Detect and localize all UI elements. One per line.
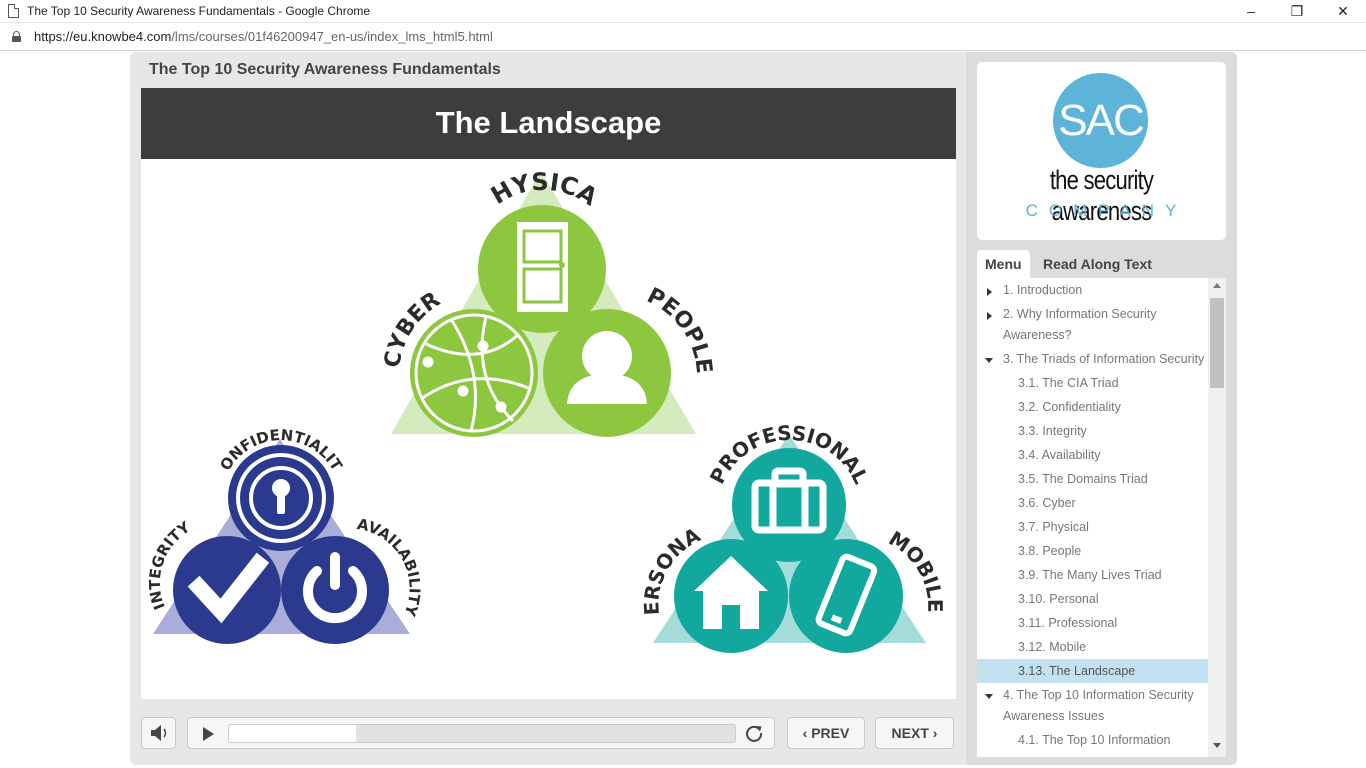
menu-item-label: 3.2. Confidentiality bbox=[1018, 400, 1121, 414]
menu-item[interactable]: 3.10. Personal bbox=[977, 587, 1210, 611]
caret-right-icon[interactable] bbox=[987, 288, 992, 296]
close-button[interactable]: ✕ bbox=[1320, 0, 1366, 23]
menu-item[interactable]: 3. The Triads of Information Security bbox=[977, 347, 1210, 371]
menu-item[interactable]: 3.3. Integrity bbox=[977, 419, 1210, 443]
course-title: The Top 10 Security Awareness Fundamenta… bbox=[149, 61, 501, 78]
svg-text:CONFIDENTIALITY: CONFIDENTIALITY bbox=[141, 159, 346, 475]
scroll-thumb[interactable] bbox=[1210, 298, 1224, 388]
menu-item[interactable]: 3.6. Cyber bbox=[977, 491, 1210, 515]
menu-item[interactable]: 3.9. The Many Lives Triad bbox=[977, 563, 1210, 587]
menu-list: 1. Introduction 2. Why Information Securi… bbox=[977, 278, 1210, 752]
menu-item[interactable]: 3.1. The CIA Triad bbox=[977, 371, 1210, 395]
domains-triad: PHYSICAL CYBER PEOPLE bbox=[141, 159, 716, 437]
caret-down-icon[interactable] bbox=[985, 694, 993, 699]
menu-item-label: 3.9. The Many Lives Triad bbox=[1018, 568, 1162, 582]
caret-down-icon[interactable] bbox=[985, 358, 993, 363]
address-bar[interactable]: https://eu.knowbe4.com/lms/courses/01f46… bbox=[0, 24, 1366, 51]
menu-item-label: 3.4. Availability bbox=[1018, 448, 1101, 462]
door-icon bbox=[517, 222, 568, 312]
lock-icon bbox=[12, 31, 21, 42]
progress-bar[interactable] bbox=[228, 724, 736, 743]
menu-item[interactable]: 3.5. The Domains Triad bbox=[977, 467, 1210, 491]
next-button[interactable]: NEXT › bbox=[875, 717, 954, 749]
menu-item[interactable]: 4. The Top 10 Information Security Aware… bbox=[977, 683, 1210, 728]
menu-panel: 1. Introduction 2. Why Information Securi… bbox=[977, 278, 1226, 757]
menu-item-label: 3.5. The Domains Triad bbox=[1018, 472, 1148, 486]
menu-item-label: 3. The Triads of Information Security bbox=[1003, 352, 1205, 366]
url-text[interactable]: https://eu.knowbe4.com/lms/courses/01f46… bbox=[34, 29, 493, 44]
logo-subtitle: COMPANY bbox=[1025, 201, 1188, 220]
scroll-down-icon[interactable] bbox=[1213, 743, 1221, 748]
menu-item-label: 4.1. The Top 10 Information bbox=[1018, 733, 1171, 747]
menu-item-label: 3.7. Physical bbox=[1018, 520, 1089, 534]
menu-item-label: 3.12. Mobile bbox=[1018, 640, 1087, 654]
slide-title: The Landscape bbox=[141, 88, 956, 159]
menu-item-label: 3.3. Integrity bbox=[1018, 424, 1087, 438]
prev-button[interactable]: ‹ PREV bbox=[787, 717, 865, 749]
menu-item-label: 3.8. People bbox=[1018, 544, 1082, 558]
menu-item[interactable]: 3.13. The Landscape bbox=[977, 659, 1210, 683]
menu-scrollbar[interactable] bbox=[1208, 278, 1226, 757]
tab-menu[interactable]: Menu bbox=[977, 250, 1030, 278]
minimize-button[interactable]: – bbox=[1228, 0, 1274, 23]
logo-mark: SAC bbox=[1053, 73, 1148, 168]
scroll-up-icon[interactable] bbox=[1213, 283, 1221, 288]
triads-illustration: PHYSICAL CYBER PEOPLE bbox=[141, 159, 947, 653]
menu-item-label: 4. The Top 10 Information Security Aware… bbox=[1003, 688, 1194, 723]
course-player: The Top 10 Security Awareness Fundamenta… bbox=[130, 52, 1237, 765]
menu-item-label: 2. Why Information Security Awareness? bbox=[1003, 307, 1157, 342]
chevron-right-icon: › bbox=[928, 725, 938, 741]
menu-item[interactable]: 4.1. The Top 10 Information bbox=[977, 728, 1210, 752]
menu-item-label: 3.11. Professional bbox=[1018, 616, 1118, 630]
menu-item[interactable]: 3.12. Mobile bbox=[977, 635, 1210, 659]
menu-item-label: 3.13. The Landscape bbox=[1018, 664, 1136, 678]
restore-button[interactable]: ❐ bbox=[1274, 0, 1320, 23]
volume-button[interactable] bbox=[141, 717, 176, 749]
sidebar: SAC the security awareness COMPANY Menu … bbox=[966, 52, 1237, 765]
playback-bar bbox=[187, 717, 775, 749]
confidentiality-label: CONFIDENTIALITY bbox=[141, 159, 346, 475]
slide-area: The Landscape HYSICA CYBER PEOPLE ONFIDE… bbox=[141, 88, 956, 699]
menu-item[interactable]: 3.8. People bbox=[977, 539, 1210, 563]
menu-item[interactable]: 3.2. Confidentiality bbox=[977, 395, 1210, 419]
menu-item[interactable]: 3.4. Availability bbox=[977, 443, 1210, 467]
tab-read-along-text[interactable]: Read Along Text bbox=[1035, 250, 1160, 278]
page-icon bbox=[8, 4, 19, 18]
menu-item[interactable]: 3.7. Physical bbox=[977, 515, 1210, 539]
menu-item[interactable]: 1. Introduction bbox=[977, 278, 1210, 302]
company-logo: SAC the security awareness COMPANY bbox=[977, 62, 1226, 240]
chevron-left-icon: ‹ bbox=[802, 725, 812, 741]
replay-icon[interactable] bbox=[745, 724, 763, 742]
speaker-icon bbox=[151, 725, 167, 741]
browser-titlebar: The Top 10 Security Awareness Fundamenta… bbox=[0, 0, 1366, 23]
menu-item[interactable]: 3.11. Professional bbox=[977, 611, 1210, 635]
cia-triad: CONFIDENTIALITY INTEGRITY AVAILABILITY bbox=[141, 159, 424, 644]
progress-fill bbox=[229, 725, 356, 742]
menu-item-label: 3.6. Cyber bbox=[1018, 496, 1076, 510]
window-title: The Top 10 Security Awareness Fundamenta… bbox=[27, 4, 371, 18]
caret-right-icon[interactable] bbox=[987, 312, 992, 320]
menu-item-label: 3.1. The CIA Triad bbox=[1018, 376, 1119, 390]
menu-item-label: 3.10. Personal bbox=[1018, 592, 1099, 606]
integrity-circle bbox=[173, 536, 281, 644]
play-icon[interactable] bbox=[203, 727, 214, 741]
menu-item[interactable]: 2. Why Information Security Awareness? bbox=[977, 302, 1210, 347]
menu-item-label: 1. Introduction bbox=[1003, 283, 1083, 297]
